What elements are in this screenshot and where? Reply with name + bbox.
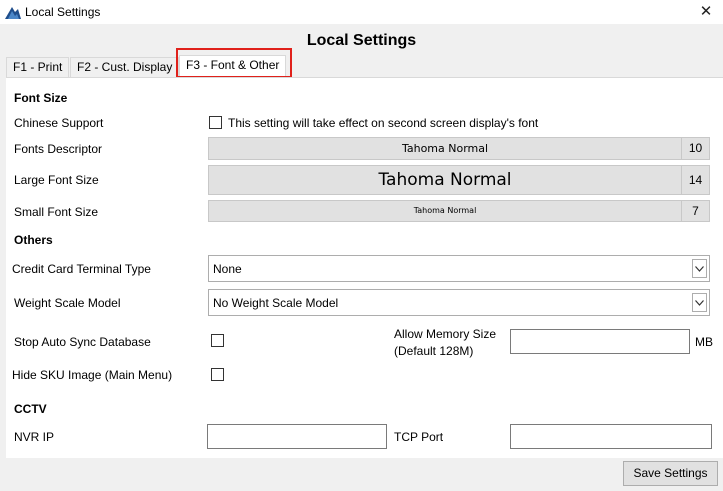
hide-sku-image-checkbox[interactable] — [211, 368, 224, 381]
large-font-name: Tahoma Normal — [378, 170, 512, 190]
close-button[interactable]: ✕ — [695, 2, 717, 22]
small-font-label: Small Font Size — [14, 205, 99, 219]
tcp-port-input[interactable] — [510, 424, 712, 449]
tab-strip: F1 - Print F2 - Cust. Display F3 - Font … — [6, 55, 723, 78]
cctv-heading: CCTV — [14, 402, 47, 416]
small-font-name: Tahoma Normal — [413, 206, 477, 215]
allow-memory-default-label: (Default 128M) — [394, 344, 474, 358]
allow-memory-unit: MB — [695, 335, 713, 349]
weight-scale-label: Weight Scale Model — [14, 296, 121, 310]
stop-auto-sync-label: Stop Auto Sync Database — [14, 335, 151, 349]
tab-cust-display[interactable]: F2 - Cust. Display — [70, 57, 180, 77]
font-size-heading: Font Size — [14, 91, 68, 105]
tab-highlight-box — [176, 48, 292, 78]
allow-memory-label: Allow Memory Size — [394, 327, 497, 341]
chinese-support-checkbox[interactable] — [209, 116, 222, 129]
chinese-support-note: This setting will take effect on second … — [228, 116, 539, 130]
large-font-label: Large Font Size — [14, 173, 99, 187]
app-logo-icon — [5, 7, 21, 19]
tcp-port-label: TCP Port — [394, 430, 444, 444]
fonts-descriptor-label: Fonts Descriptor — [14, 142, 103, 156]
large-font-button[interactable]: Tahoma Normal 14 — [208, 165, 710, 195]
page-title: Local Settings — [306, 32, 417, 49]
weight-scale-select[interactable]: No Weight Scale Model — [208, 289, 710, 316]
others-heading: Others — [14, 233, 53, 247]
nvr-ip-input[interactable] — [207, 424, 387, 449]
small-font-button[interactable]: Tahoma Normal 7 — [208, 200, 710, 222]
save-settings-button[interactable]: Save Settings — [623, 461, 718, 486]
nvr-ip-label: NVR IP — [14, 430, 55, 444]
title-bar: Local Settings ✕ — [0, 0, 723, 24]
large-font-size: 14 — [681, 166, 709, 194]
fonts-descriptor-size: 10 — [681, 138, 709, 159]
small-font-size: 7 — [681, 201, 709, 221]
credit-card-terminal-value: None — [213, 262, 242, 276]
credit-card-terminal-select[interactable]: None — [208, 255, 710, 282]
chinese-support-label: Chinese Support — [14, 116, 104, 130]
weight-scale-value: No Weight Scale Model — [213, 296, 339, 310]
credit-card-terminal-label: Credit Card Terminal Type — [12, 262, 151, 276]
hide-sku-image-label: Hide SKU Image (Main Menu) — [12, 368, 173, 382]
chevron-down-icon[interactable] — [692, 293, 707, 312]
stop-auto-sync-checkbox[interactable] — [211, 334, 224, 347]
tab-print[interactable]: F1 - Print — [6, 57, 70, 77]
fonts-descriptor-button[interactable]: Tahoma Normal 10 — [208, 137, 710, 160]
chevron-down-icon[interactable] — [692, 259, 707, 278]
window-title: Local Settings — [25, 5, 101, 19]
fonts-descriptor-name: Tahoma Normal — [401, 142, 489, 155]
allow-memory-input[interactable] — [510, 329, 690, 354]
